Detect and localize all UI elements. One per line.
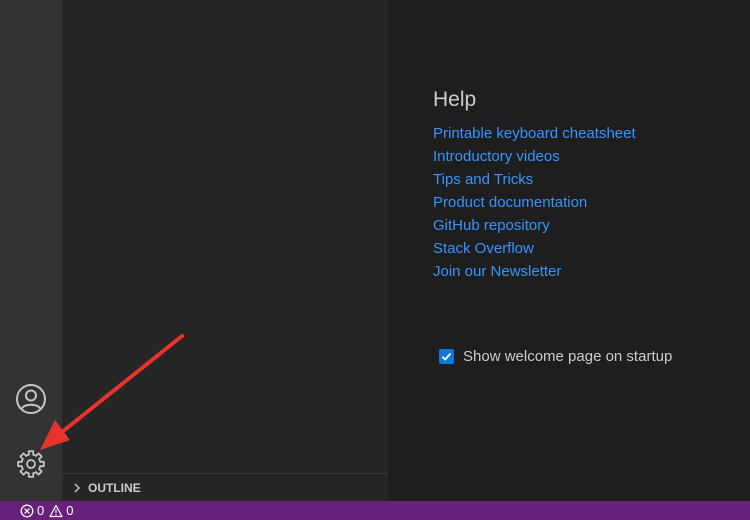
help-heading: Help	[433, 88, 477, 111]
link-github-repository[interactable]: GitHub repository	[433, 217, 550, 234]
welcome-editor: Help Printable keyboard cheatsheet Intro…	[388, 0, 750, 501]
chevron-right-icon	[70, 481, 84, 495]
list-item: Stack Overflow	[433, 238, 636, 261]
gear-icon	[17, 450, 45, 478]
show-welcome-label: Show welcome page on startup	[463, 348, 673, 365]
help-link-list: Printable keyboard cheatsheet Introducto…	[433, 123, 636, 284]
accounts-button[interactable]	[13, 381, 49, 417]
activity-bar	[0, 0, 62, 501]
error-icon	[20, 504, 34, 517]
status-bar: 0 0	[0, 501, 750, 520]
list-item: GitHub repository	[433, 215, 636, 238]
link-keyboard-cheatsheet[interactable]: Printable keyboard cheatsheet	[433, 125, 636, 142]
link-newsletter[interactable]: Join our Newsletter	[433, 263, 561, 280]
problems-indicator[interactable]: 0 0	[20, 503, 78, 518]
link-product-documentation[interactable]: Product documentation	[433, 194, 587, 211]
list-item: Tips and Tricks	[433, 169, 636, 192]
vscode-window: OUTLINE Help Printable keyboard cheatshe…	[0, 0, 750, 520]
list-item: Introductory videos	[433, 146, 636, 169]
manage-button[interactable]	[13, 446, 49, 482]
link-tips-and-tricks[interactable]: Tips and Tricks	[433, 171, 533, 188]
outline-label: OUTLINE	[88, 480, 141, 495]
list-item: Join our Newsletter	[433, 261, 636, 284]
warning-count: 0	[66, 503, 74, 518]
error-count: 0	[37, 503, 45, 518]
account-icon	[16, 384, 46, 414]
checkmark-icon	[441, 352, 452, 361]
list-item: Printable keyboard cheatsheet	[433, 123, 636, 146]
side-bar: OUTLINE	[62, 0, 388, 501]
outline-section-header[interactable]: OUTLINE	[62, 473, 388, 501]
warning-icon	[49, 504, 63, 517]
link-stack-overflow[interactable]: Stack Overflow	[433, 240, 534, 257]
show-welcome-option[interactable]: Show welcome page on startup	[439, 348, 672, 365]
list-item: Product documentation	[433, 192, 636, 215]
show-welcome-checkbox[interactable]	[439, 349, 454, 364]
link-introductory-videos[interactable]: Introductory videos	[433, 148, 560, 165]
